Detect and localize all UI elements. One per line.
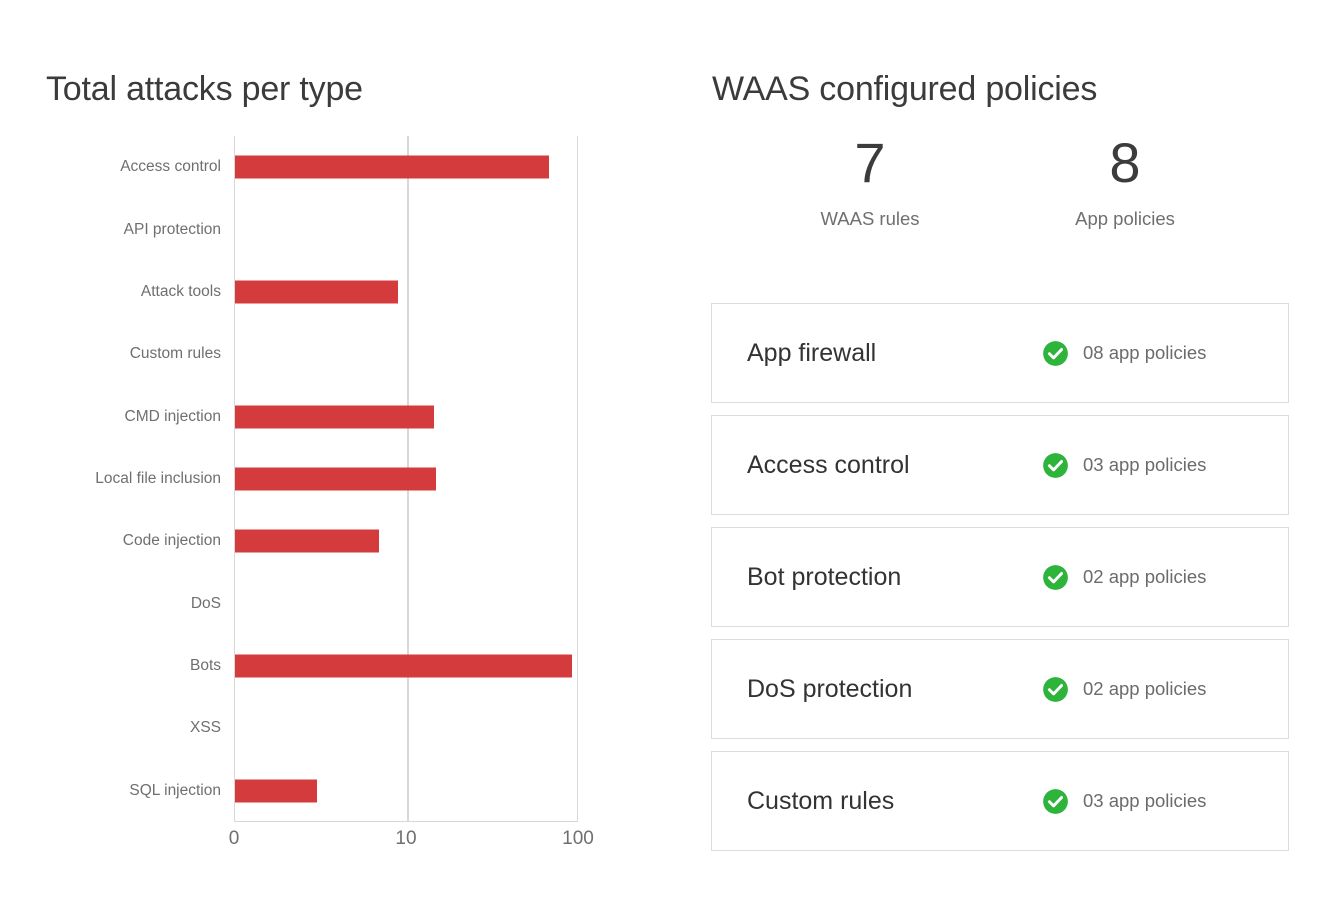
chart-plot-area: Access control API protection Attack tools… bbox=[95, 136, 578, 822]
policy-card[interactable]: DoS protection 02 app policies bbox=[711, 639, 1289, 739]
policy-card-status: 03 app policies bbox=[1042, 788, 1206, 815]
chart-category-row: API protection bbox=[124, 198, 577, 260]
stat-label: App policies bbox=[1075, 208, 1175, 229]
chart-bar[interactable] bbox=[235, 529, 380, 553]
chart-y-axis-label: DoS bbox=[190, 594, 221, 612]
chart-y-axis-label: CMD injection bbox=[124, 407, 221, 425]
policy-card-list: App firewall 08 app policies Access contro… bbox=[711, 303, 1289, 863]
policy-card-count: 03 app policies bbox=[1083, 454, 1207, 475]
chart-category-row: XSS bbox=[190, 697, 577, 759]
stat-2: 8 App policies bbox=[995, 132, 1255, 230]
chart-x-tick-label: 0 bbox=[228, 828, 240, 849]
chart-y-axis-label: Access control bbox=[120, 158, 221, 176]
chart-y-axis-label: SQL injection bbox=[129, 781, 221, 799]
check-circle-icon bbox=[1043, 788, 1068, 814]
policy-card-count: 08 app policies bbox=[1083, 342, 1207, 363]
policies-panel: WAAS configured policies 7 WAAS rules 8 App… bbox=[662, 0, 1326, 914]
chart-y-axis-label: Local file inclusion bbox=[95, 469, 221, 487]
waas-dashboard: Total attacks per type Access control API… bbox=[0, 0, 1326, 914]
policy-card-count: 03 app policies bbox=[1083, 790, 1207, 811]
chart-bar[interactable] bbox=[235, 280, 399, 304]
policy-card[interactable]: Custom rules 03 app policies bbox=[711, 751, 1289, 851]
chart-category-row: Local file inclusion bbox=[95, 448, 577, 510]
stat-value: 8 bbox=[1109, 131, 1141, 194]
chart-y-axis-label: XSS bbox=[189, 719, 221, 737]
chart-category-row: Bots bbox=[190, 635, 577, 697]
chart-category-row: SQL injection bbox=[129, 760, 577, 822]
policy-card-status: 02 app policies bbox=[1042, 564, 1206, 591]
chart-bar[interactable] bbox=[235, 467, 436, 491]
chart-y-axis-label: Code injection bbox=[122, 532, 221, 550]
chart-bar[interactable] bbox=[235, 654, 573, 678]
policy-card-count: 02 app policies bbox=[1083, 566, 1207, 587]
chart-x-tick-label: 10 bbox=[395, 828, 417, 849]
policy-card-status: 03 app policies bbox=[1042, 452, 1206, 479]
policy-card-count: 02 app policies bbox=[1083, 678, 1207, 699]
policy-card[interactable]: Bot protection 02 app policies bbox=[711, 527, 1289, 627]
chart-bar[interactable] bbox=[235, 779, 317, 803]
chart-bar[interactable] bbox=[235, 405, 434, 429]
chart-y-axis-label: Custom rules bbox=[129, 345, 221, 363]
check-circle-icon bbox=[1043, 564, 1068, 590]
policy-card-title: App firewall bbox=[747, 338, 877, 367]
chart-y-axis-label: Bots bbox=[189, 657, 221, 675]
attacks-panel: Total attacks per type Access control API… bbox=[0, 0, 662, 914]
stat-value: 7 bbox=[854, 131, 886, 194]
attacks-bar-chart: Access control API protection Attack tools… bbox=[0, 0, 662, 914]
chart-bar[interactable] bbox=[235, 155, 550, 179]
chart-category-row: Attack tools bbox=[141, 261, 577, 323]
chart-category-row: CMD injection bbox=[125, 385, 577, 447]
chart-category-row: Code injection bbox=[123, 510, 577, 572]
chart-category-row: Access control bbox=[120, 136, 577, 198]
policy-card[interactable]: Access control 03 app policies bbox=[711, 415, 1289, 515]
stat-1: 7 WAAS rules bbox=[740, 132, 1000, 230]
policy-card-title: DoS protection bbox=[747, 674, 913, 703]
policy-card[interactable]: App firewall 08 app policies bbox=[711, 303, 1289, 403]
policy-stats: 7 WAAS rules 8 App policies bbox=[662, 132, 1326, 262]
policy-card-title: Custom rules bbox=[747, 786, 895, 815]
policy-card-status: 02 app policies bbox=[1042, 676, 1206, 703]
chart-y-axis-label: API protection bbox=[123, 220, 221, 238]
policy-card-status: 08 app policies bbox=[1042, 340, 1206, 367]
check-circle-icon bbox=[1043, 340, 1068, 366]
chart-category-row: Custom rules bbox=[130, 323, 577, 385]
page-title-policies: WAAS configured policies bbox=[712, 69, 1098, 108]
check-circle-icon bbox=[1043, 676, 1068, 702]
policy-card-title: Bot protection bbox=[747, 562, 902, 591]
chart-x-tick-label: 100 bbox=[562, 828, 594, 849]
chart-y-axis-label: Attack tools bbox=[140, 282, 221, 300]
policy-card-title: Access control bbox=[747, 450, 910, 479]
check-circle-icon bbox=[1043, 452, 1068, 478]
chart-category-row: DoS bbox=[191, 573, 577, 635]
stat-label: WAAS rules bbox=[820, 208, 920, 229]
